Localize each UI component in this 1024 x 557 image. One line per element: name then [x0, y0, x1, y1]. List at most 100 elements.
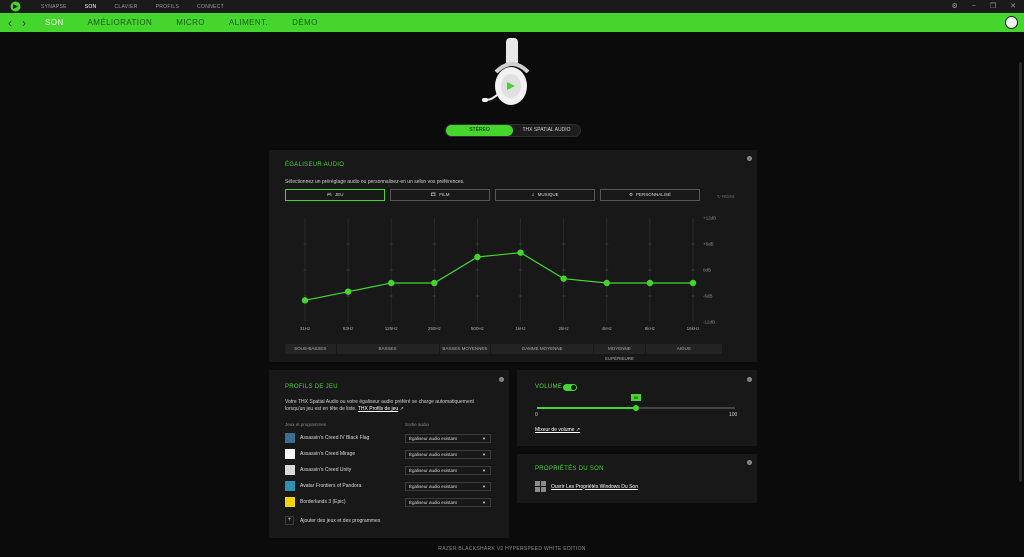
volume-min: 0	[535, 412, 538, 418]
audio-mode-toggle: STÉRÉO THX SPATIAL AUDIO	[445, 124, 581, 137]
eq-point-500hz[interactable]	[474, 253, 481, 261]
audio-output-select[interactable]: Égaliseur audio existant ▼	[405, 433, 491, 443]
frequency-label: 250Hz	[428, 326, 442, 331]
game-name: Assassin's Creed IV Black Flag	[300, 435, 370, 441]
maximize-icon[interactable]: ❐	[990, 2, 996, 11]
game-icon	[285, 433, 295, 443]
equalizer-description: Sélectionnez un préréglage audio ou pers…	[285, 179, 465, 185]
device-name-footer: RAZER BLACKSHARK V2 HYPERSPEED WHITE EDI…	[438, 546, 586, 552]
topnav-item-synapse[interactable]: SYNAPSE	[41, 4, 67, 10]
plus-icon: +	[285, 516, 294, 525]
gamepad-icon: 🎮	[326, 192, 333, 197]
equalizer-title: ÉGALISEUR AUDIO	[285, 162, 345, 168]
eq-point-2khz[interactable]	[560, 275, 567, 282]
windows-sound-properties-link[interactable]: Ouvrir Les Propriétés Windows Du Son	[535, 481, 638, 492]
preset-film-button[interactable]: 🎞 FILM	[390, 189, 490, 201]
topnav-item-clavier[interactable]: CLAVIER	[114, 4, 137, 10]
razer-logo-icon[interactable]	[10, 1, 21, 12]
preset-personnalise-button[interactable]: ⚙ PERSONNALISÉ	[600, 189, 700, 201]
user-avatar-icon[interactable]	[1005, 16, 1018, 29]
audio-output-select[interactable]: Égaliseur audio existant ▼	[405, 497, 491, 507]
window-controls: ⚙ − ❐ ✕	[937, 2, 1016, 11]
topnav-item-son[interactable]: SON	[85, 4, 97, 10]
eq-point-1khz[interactable]	[517, 249, 524, 256]
eq-curve-line	[304, 252, 693, 301]
equalizer-panel: ÉGALISEUR AUDIO i Sélectionnez un prérég…	[269, 150, 757, 362]
mode-option-stereo[interactable]: STÉRÉO	[446, 125, 513, 136]
subnav-item-son[interactable]: SON	[45, 18, 64, 27]
volume-title: VOLUME	[535, 384, 563, 390]
eq-point-31hz[interactable]	[301, 297, 309, 304]
volume-slider-track[interactable]	[537, 407, 636, 409]
profiles-title: PROFILS DE JEU	[285, 384, 338, 390]
band-label-gamme-moyenne: GAMME MOYENNE	[491, 344, 595, 354]
sound-properties-title: PROPRIÉTÉS DU SON	[535, 466, 604, 472]
volume-slider-thumb[interactable]	[633, 405, 639, 411]
subnav-item-micro[interactable]: MICRO	[176, 18, 205, 27]
audio-output-select[interactable]: Égaliseur audio existant ▼	[405, 465, 491, 475]
info-icon[interactable]: i	[747, 377, 752, 382]
frequency-label: 16kHz	[687, 326, 701, 331]
preset-musique-button[interactable]: ♫ MUSIQUE	[495, 189, 595, 201]
topnav-item-profils[interactable]: PROFILS	[156, 4, 180, 10]
mode-option-thx-spatial-audio[interactable]: THX SPATIAL AUDIO	[513, 125, 580, 136]
equalizer-graph[interactable]: +12dB +6dB 0dB -6dB -12dB 31Hz 63Hz 125Hz 250Hz 5…	[285, 212, 725, 332]
eq-point-8khz[interactable]	[646, 279, 654, 287]
info-icon[interactable]: i	[499, 377, 504, 382]
gear-icon[interactable]: ⚙	[951, 2, 957, 11]
thx-profiles-link[interactable]: THX Profils de jeu	[358, 406, 398, 412]
close-icon[interactable]: ✕	[1010, 2, 1016, 11]
game-row: Assassin's Creed Unity Égaliseur audio ex…	[285, 464, 495, 476]
subnav-item-aliment[interactable]: ALIMENT.	[229, 18, 268, 27]
preset-label: PERSONNALISÉ	[636, 192, 672, 197]
audio-output-select[interactable]: Égaliseur audio existant ▼	[405, 449, 491, 459]
game-name: Borderlands 3 (Epic)	[300, 499, 346, 505]
frequency-label: 31Hz	[300, 326, 311, 331]
reset-label: RÉINI.	[722, 194, 736, 199]
external-link-icon: ↗	[574, 427, 581, 433]
band-label-basses-moyennes: BASSES MOYENNES	[440, 344, 492, 354]
chevron-down-icon: ▼	[482, 483, 486, 489]
game-row: Assassin's Creed IV Black Flag Égaliseur …	[285, 432, 495, 444]
chevron-down-icon: ▼	[482, 499, 486, 505]
game-row: Borderlands 3 (Epic) Égaliseur audio exis…	[285, 496, 495, 508]
volume-toggle[interactable]	[563, 384, 577, 391]
frequency-label: 500Hz	[471, 326, 485, 331]
preset-label: FILM	[439, 192, 450, 197]
eq-point-16khz[interactable]	[689, 279, 697, 287]
game-name: Assassin's Creed Unity	[300, 467, 352, 473]
subnav-item-amelioration[interactable]: AMÉLIORATION	[88, 18, 153, 27]
volume-mixer-link[interactable]: Mixeur de volume ↗	[535, 427, 580, 433]
forward-arrow-icon[interactable]: ›	[17, 16, 31, 30]
eq-point-250hz[interactable]	[431, 279, 438, 287]
back-arrow-icon[interactable]: ‹	[3, 16, 17, 30]
windows-icon	[535, 481, 546, 492]
music-note-icon: ♫	[531, 192, 535, 197]
game-name: Assassin's Creed Mirage	[300, 451, 356, 457]
info-icon[interactable]: i	[747, 156, 752, 161]
output-column-header: Sortie audio	[405, 422, 430, 427]
preset-jeu-button[interactable]: 🎮 JEU	[285, 189, 385, 201]
eq-point-63hz[interactable]	[344, 288, 352, 295]
info-icon[interactable]: i	[747, 460, 752, 465]
game-icon	[285, 481, 295, 491]
frequency-label: 125Hz	[385, 326, 399, 331]
volume-max: 100	[729, 412, 738, 418]
db-label: -12dB	[703, 320, 715, 325]
eq-point-125hz[interactable]	[388, 279, 395, 287]
windows-sound-properties-label: Ouvrir Les Propriétés Windows Du Son	[551, 483, 638, 490]
reset-button[interactable]: ↻ RÉINI.	[717, 194, 735, 200]
frequency-bands: SOUS-BASSES BASSES BASSES MOYENNES GAMME MO…	[285, 344, 723, 361]
audio-output-select[interactable]: Égaliseur audio existant ▼	[405, 481, 491, 491]
frequency-label: 1kHz	[515, 326, 526, 331]
headset-image	[482, 38, 542, 110]
minimize-icon[interactable]: −	[972, 2, 976, 11]
sub-navigation-bar: ‹ › SON AMÉLIORATION MICRO ALIMENT. DÉMO	[0, 13, 1024, 32]
eq-point-4khz[interactable]	[603, 279, 610, 287]
add-game-button[interactable]: + Ajouter des jeux et des programmes	[285, 516, 380, 525]
topnav-item-connect[interactable]: CONNECT	[197, 4, 224, 10]
subnav-item-demo[interactable]: DÉMO	[292, 18, 318, 27]
scrollbar[interactable]	[1019, 62, 1022, 482]
external-link-icon[interactable]: ↗	[400, 406, 404, 412]
preset-buttons: 🎮 JEU 🎞 FILM ♫ MUSIQUE ⚙ PERSONNALISÉ	[285, 189, 705, 201]
